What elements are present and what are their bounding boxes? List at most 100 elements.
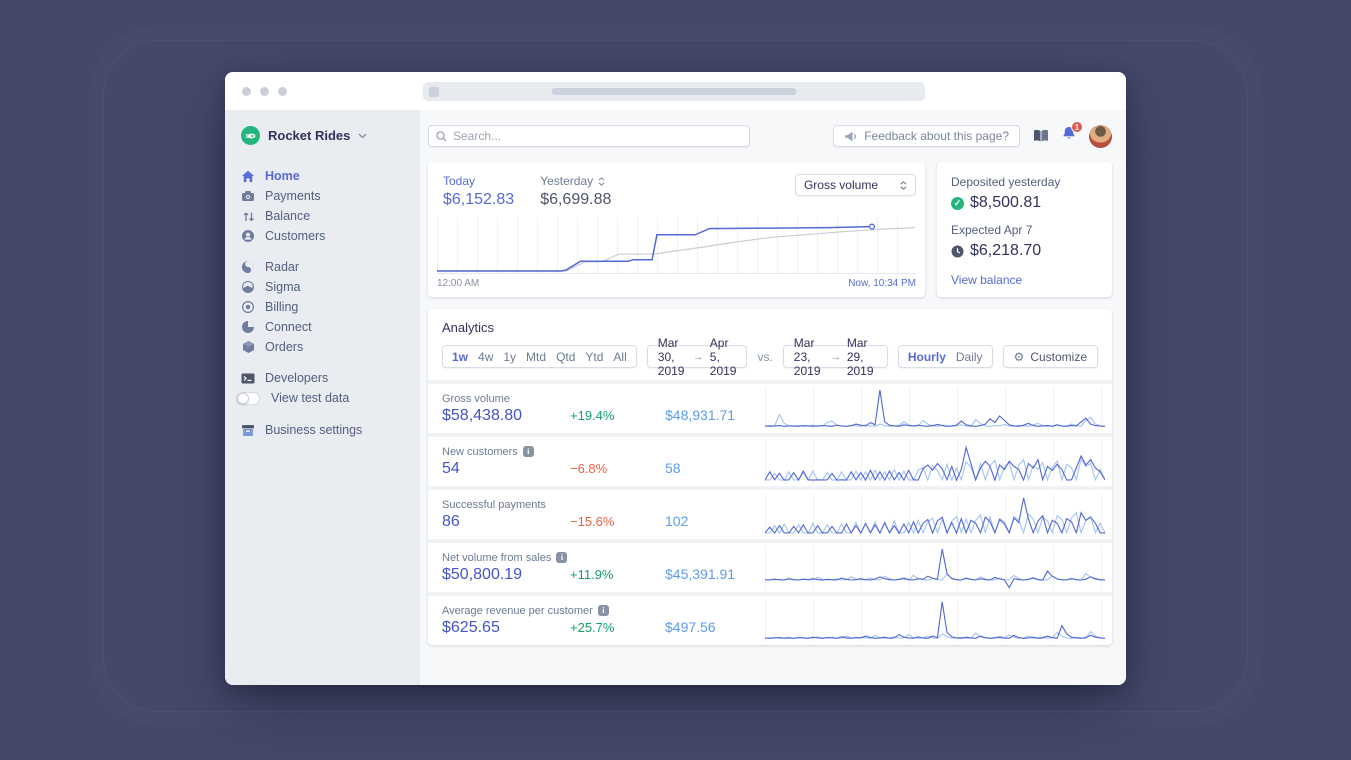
deposited-value: $8,500.81 (970, 194, 1042, 211)
sidebar-item-billing[interactable]: Billing (241, 297, 420, 317)
arrow-right-icon: → (829, 350, 841, 363)
window-titlebar (225, 72, 1126, 110)
metric-select[interactable]: Gross volume (794, 174, 916, 196)
megaphone-icon (845, 131, 857, 141)
sidebar-item-sigma[interactable]: Sigma (241, 277, 420, 297)
sidebar: Rocket Rides Home Payments Balance Custo… (225, 110, 420, 685)
metric-compare: $497.56 (665, 618, 716, 635)
yesterday-column: Yesterday $6,699.88 (540, 174, 611, 209)
metric-change: −15.6% (570, 513, 615, 529)
feedback-button[interactable]: Feedback about this page? (833, 125, 1020, 147)
balance-icon (241, 209, 255, 223)
view-balance-link[interactable]: View balance (951, 273, 1098, 287)
view-test-data-toggle[interactable]: View test data (236, 388, 420, 408)
metric-value: 54 (442, 459, 460, 477)
sidebar-item-customers[interactable]: Customers (241, 226, 420, 246)
comparison-selector-icon[interactable] (598, 176, 605, 186)
sidebar-item-connect[interactable]: Connect (241, 317, 420, 337)
yesterday-value: $6,699.88 (540, 191, 612, 208)
info-icon[interactable]: i (556, 552, 568, 563)
developers-icon (241, 371, 255, 385)
account-switcher[interactable]: Rocket Rides (241, 126, 420, 145)
window-close-button[interactable] (242, 86, 251, 96)
arrow-right-icon: → (692, 350, 704, 363)
metric-row-average-revenue[interactable]: Average revenue per customer i $625.65 +2… (428, 592, 1112, 645)
browser-address-bar[interactable] (423, 82, 925, 101)
sidebar-item-balance[interactable]: Balance (241, 206, 420, 226)
metric-row-new-customers[interactable]: New customers i 54 −6.8% 58 (428, 433, 1112, 486)
customers-icon (241, 229, 255, 243)
today-column: Today $6,152.83 (443, 174, 514, 209)
main-topbar: Feedback about this page? 1 (428, 121, 1112, 148)
granularity-hourly[interactable]: Hourly (908, 350, 946, 364)
analytics-title: Analytics (442, 320, 495, 335)
user-avatar[interactable] (1089, 124, 1112, 148)
docs-book-icon[interactable] (1033, 129, 1049, 143)
yesterday-label: Yesterday (540, 174, 594, 188)
today-label: Today (443, 174, 476, 188)
billing-icon (241, 300, 255, 314)
sidebar-item-home[interactable]: Home (241, 166, 420, 186)
metric-change: +11.9% (570, 566, 614, 582)
sidebar-item-business-settings[interactable]: Business settings (241, 420, 420, 440)
deposits-card: Deposited yesterday ✓ $8,500.81 Expected… (937, 162, 1112, 297)
clock-icon (951, 245, 964, 257)
x-axis-start-label: 12:00 AM (437, 278, 480, 289)
window-minimize-button[interactable] (260, 86, 269, 96)
analytics-filters: 1w 4w 1y Mtd Qtd Ytd All Mar 30, 2019 → … (428, 336, 1112, 380)
range-ytd[interactable]: Ytd (585, 350, 603, 364)
metric-compare: $48,931.71 (665, 406, 736, 423)
chevron-down-icon (358, 133, 367, 138)
info-icon[interactable]: i (522, 446, 534, 457)
business-settings-icon (241, 423, 255, 437)
range-qtd[interactable]: Qtd (556, 350, 575, 364)
metric-compare: 58 (665, 459, 681, 476)
notifications-button[interactable]: 1 (1062, 121, 1083, 146)
metric-compare: $45,391.91 (665, 565, 736, 582)
sparkline-chart (765, 546, 1105, 589)
analytics-card: Analytics 1w 4w 1y Mtd Qtd Ytd All Mar 3… (428, 309, 1112, 645)
metric-change: +19.4% (570, 407, 615, 423)
metric-select-value: Gross volume (803, 178, 878, 192)
sidebar-item-payments[interactable]: Payments (241, 186, 420, 206)
sparkline-chart (765, 493, 1105, 536)
metric-row-successful-payments[interactable]: Successful payments 86 −15.6% 102 (428, 486, 1112, 539)
comparison-date-range-button[interactable]: Mar 23, 2019 → Mar 29, 2019 (782, 336, 888, 378)
overview-line-chart (437, 217, 916, 274)
sidebar-item-radar[interactable]: Radar (241, 257, 420, 277)
primary-date-range-button[interactable]: Mar 30, 2019 → Apr 5, 2019 (646, 336, 748, 378)
granularity-daily[interactable]: Daily (956, 350, 983, 364)
granularity-segmented-control: Hourly Daily (897, 345, 993, 368)
range-mtd[interactable]: Mtd (526, 350, 546, 364)
metric-value: 86 (442, 512, 460, 530)
today-value: $6,152.83 (443, 191, 515, 208)
range-1y[interactable]: 1y (503, 350, 516, 364)
sidebar-item-orders[interactable]: Orders (241, 337, 420, 357)
customize-button[interactable]: ⚙ Customize (1002, 345, 1098, 368)
toggle-track[interactable] (236, 391, 260, 405)
metric-value: $625.65 (442, 618, 500, 636)
select-chevrons-icon (900, 180, 907, 190)
notification-badge: 1 (1071, 121, 1083, 133)
search-box[interactable] (428, 125, 750, 147)
range-4w[interactable]: 4w (478, 350, 493, 364)
range-1w[interactable]: 1w (452, 350, 468, 364)
metric-row-net-volume[interactable]: Net volume from sales i $50,800.19 +11.9%… (428, 539, 1112, 592)
metric-value: $58,438.80 (442, 406, 523, 424)
rocket-rides-logo-icon (241, 126, 260, 145)
sparkline-chart (765, 440, 1105, 483)
deposited-label: Deposited yesterday (951, 175, 1061, 189)
x-axis-now-label: Now, 10:34 PM (848, 278, 916, 289)
expected-label: Expected Apr 7 (951, 223, 1033, 237)
sidebar-item-developers[interactable]: Developers (241, 368, 420, 388)
account-name: Rocket Rides (268, 128, 351, 143)
main-content: Feedback about this page? 1 (420, 110, 1126, 685)
info-icon[interactable]: i (597, 605, 609, 616)
metric-change: −6.8% (570, 460, 608, 476)
metric-row-gross-volume[interactable]: Gross volume $58,438.80 +19.4% $48,931.7… (428, 380, 1112, 433)
expected-value: $6,218.70 (970, 242, 1042, 259)
volume-overview-card: Today $6,152.83 Yesterday $6,699.88 Gros… (428, 162, 925, 297)
range-all[interactable]: All (613, 350, 626, 364)
search-input[interactable] (453, 129, 742, 143)
window-maximize-button[interactable] (278, 86, 287, 96)
